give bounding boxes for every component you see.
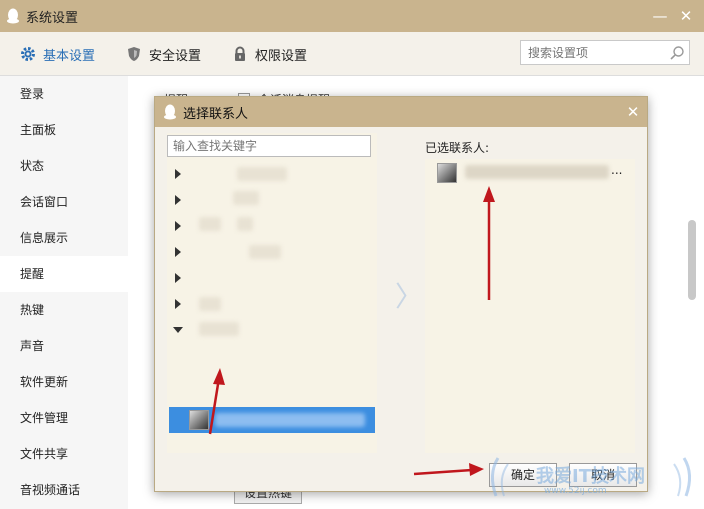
blurred-group-name [249, 245, 281, 259]
sidebar-item-av-call[interactable]: 音视频通话 [0, 472, 128, 508]
contact-group-row[interactable] [173, 291, 363, 317]
selected-contacts-label: 已选联系人: [425, 141, 490, 155]
search-icon[interactable] [669, 45, 685, 61]
blurred-group-name [233, 191, 259, 205]
qq-penguin-icon [7, 8, 19, 24]
expand-arrow-icon[interactable] [175, 299, 181, 309]
blurred-contact-name [215, 413, 365, 427]
expand-arrow-icon[interactable] [175, 195, 181, 205]
keyword-search-box[interactable] [167, 135, 371, 157]
expand-arrow-icon[interactable] [175, 247, 181, 257]
contact-picker-panel [167, 133, 377, 453]
settings-toolbar: 基本设置 安全设置 权限设置 [0, 32, 704, 76]
contact-group-tree [167, 161, 375, 451]
keyword-search-input[interactable] [168, 136, 366, 156]
sidebar-item-software-update[interactable]: 软件更新 [0, 364, 128, 400]
sidebar-item-reminder[interactable]: 提醒 [0, 256, 128, 292]
minimize-button[interactable]: — [650, 6, 670, 26]
tab-security-settings[interactable]: 安全设置 [126, 32, 201, 76]
contact-group-row[interactable] [173, 317, 363, 343]
contact-group-row[interactable] [173, 161, 363, 187]
sidebar-item-info-display[interactable]: 信息展示 [0, 220, 128, 256]
contact-group-row[interactable] [173, 239, 363, 265]
tab-basic-settings[interactable]: 基本设置 [20, 32, 95, 76]
watermark-url: www.52ij.com [544, 486, 607, 496]
expand-arrow-icon[interactable] [175, 273, 181, 283]
dialog-titlebar: 选择联系人 ✕ [155, 97, 647, 127]
add-arrow-icon[interactable]: 〉 [395, 275, 423, 315]
contact-group-row[interactable] [173, 187, 363, 213]
tab-permission-settings[interactable]: 权限设置 [232, 32, 307, 76]
blurred-group-name [237, 167, 287, 181]
contact-group-row[interactable] [173, 265, 363, 291]
settings-sidebar: 登录 主面板 状态 会话窗口 信息展示 提醒 热键 声音 软件更新 文件管理 文… [0, 76, 128, 509]
tab-label: 安全设置 [149, 48, 202, 64]
sidebar-item-hotkey[interactable]: 热键 [0, 292, 128, 328]
selected-contact-row[interactable] [169, 407, 375, 433]
selected-contacts-panel: ... [425, 159, 635, 453]
avatar [437, 163, 457, 183]
sidebar-item-chat-window[interactable]: 会话窗口 [0, 184, 128, 220]
window-titlebar: 系统设置 — ✕ [0, 0, 704, 32]
sidebar-item-file-sharing[interactable]: 文件共享 [0, 436, 128, 472]
blurred-group-name [237, 217, 253, 231]
sidebar-item-login[interactable]: 登录 [0, 76, 128, 112]
expand-arrow-icon[interactable] [175, 221, 181, 231]
close-button[interactable]: ✕ [676, 6, 696, 26]
expand-arrow-icon[interactable] [175, 169, 181, 179]
settings-search-box[interactable] [520, 40, 690, 65]
dialog-close-button[interactable]: ✕ [623, 102, 643, 122]
tab-label: 权限设置 [255, 48, 308, 64]
content-scrollbar[interactable] [688, 220, 696, 300]
blurred-group-name [199, 297, 221, 311]
contact-group-row[interactable] [173, 213, 363, 239]
select-contact-dialog: 选择联系人 ✕ 输入查找关键字 〉 已选联系人: ... 确定 取消 [154, 96, 648, 492]
sidebar-item-file-management[interactable]: 文件管理 [0, 400, 128, 436]
shield-icon [128, 47, 140, 61]
blurred-contact-name [465, 165, 609, 179]
lock-icon [235, 46, 245, 61]
dialog-title: 选择联系人 [183, 106, 249, 122]
window-title: 系统设置 [26, 10, 79, 26]
sidebar-item-status[interactable]: 状态 [0, 148, 128, 184]
sidebar-item-sound[interactable]: 声音 [0, 328, 128, 364]
tab-label: 基本设置 [43, 48, 96, 64]
collapse-arrow-icon[interactable] [173, 327, 183, 333]
blurred-group-name [199, 217, 221, 231]
truncation-ellipsis: ... [611, 163, 623, 177]
settings-search-input[interactable] [521, 41, 661, 64]
blurred-group-name [199, 322, 239, 336]
sidebar-item-main-panel[interactable]: 主面板 [0, 112, 128, 148]
qq-penguin-icon [164, 104, 176, 120]
gear-icon [21, 47, 35, 61]
avatar [189, 410, 209, 430]
watermark-text: 我爱IT技术网 [536, 466, 645, 487]
